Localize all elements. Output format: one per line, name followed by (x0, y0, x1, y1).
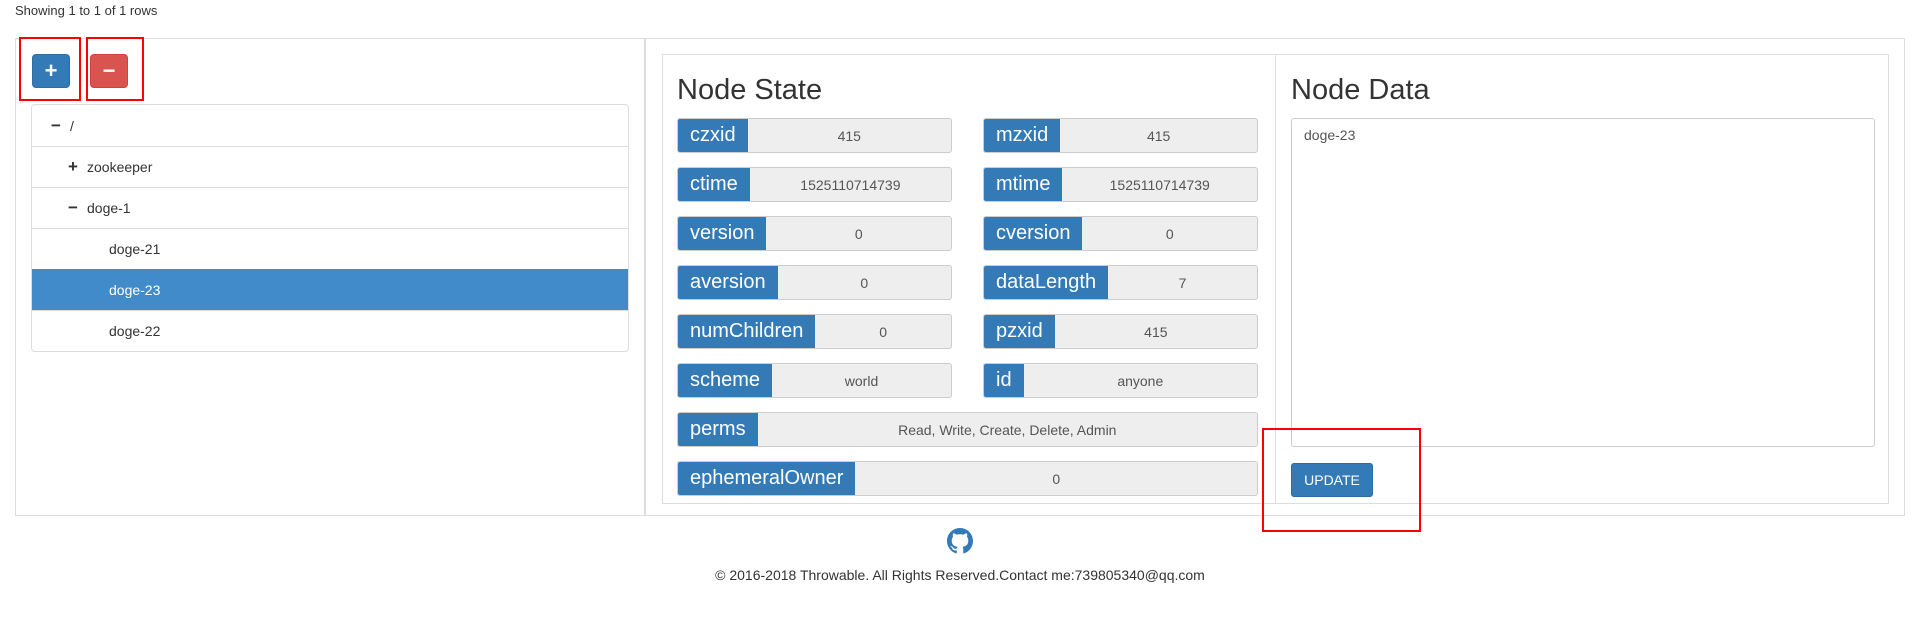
footer-text: © 2016-2018 Throwable. All Rights Reserv… (715, 567, 1205, 583)
field-label: czxid (678, 119, 748, 152)
field-value: 7 (1178, 274, 1187, 291)
field-czxid: czxid 415 (677, 118, 952, 153)
tree-item-doge-21[interactable]: doge-21 (32, 228, 628, 269)
field-label: scheme (678, 364, 773, 397)
tree-item-doge-23[interactable]: doge-23 (32, 269, 628, 310)
field-pzxid: pzxid 415 (983, 314, 1258, 349)
tree-item-label: doge-23 (109, 282, 161, 298)
highlight-box-update (1262, 428, 1421, 532)
field-value: 1525110714739 (800, 176, 901, 193)
field-cversion: cversion 0 (983, 216, 1258, 251)
tree-item-label: doge-21 (109, 241, 161, 257)
field-mtime: mtime 1525110714739 (983, 167, 1258, 202)
field-label: dataLength (984, 266, 1109, 299)
highlight-box-delete (86, 37, 144, 101)
field-value: 0 (1052, 470, 1061, 487)
collapse-icon[interactable]: − (67, 198, 79, 218)
field-label: numChildren (678, 315, 816, 348)
node-data-title: Node Data (1291, 74, 1430, 106)
field-value: 0 (879, 323, 888, 340)
field-label: version (678, 217, 767, 250)
github-icon[interactable] (947, 528, 973, 554)
field-label: ctime (678, 168, 750, 201)
field-value: 415 (1144, 323, 1168, 340)
field-perms: perms Read, Write, Create, Delete, Admin (677, 412, 1258, 447)
field-datalength: dataLength 7 (983, 265, 1258, 300)
tree-item-zookeeper[interactable]: + zookeeper (32, 146, 628, 187)
collapse-icon[interactable]: − (50, 116, 62, 136)
field-label: perms (678, 413, 758, 446)
field-label: mtime (984, 168, 1063, 201)
field-version: version 0 (677, 216, 952, 251)
column-divider (644, 38, 646, 516)
field-value: 0 (860, 274, 869, 291)
field-label: id (984, 364, 1024, 397)
field-mzxid: mzxid 415 (983, 118, 1258, 153)
node-state-title: Node State (677, 74, 823, 106)
field-value: 415 (837, 127, 861, 144)
field-label: cversion (984, 217, 1083, 250)
field-value: Read, Write, Create, Delete, Admin (898, 421, 1117, 438)
field-label: mzxid (984, 119, 1061, 152)
tree-item-label: doge-1 (87, 200, 131, 216)
field-label: pzxid (984, 315, 1055, 348)
table-info: Showing 1 to 1 of 1 rows (15, 3, 158, 18)
highlight-box-add (19, 37, 81, 101)
node-data-textarea[interactable]: doge-23 (1291, 118, 1875, 447)
field-value: 415 (1146, 127, 1171, 144)
tree-item-label: doge-22 (109, 323, 161, 339)
field-value: 0 (1165, 225, 1174, 242)
tree-item-root[interactable]: − / (32, 105, 628, 146)
tree-item-doge-1[interactable]: − doge-1 (32, 187, 628, 228)
field-value: 1525110714739 (1109, 176, 1210, 193)
field-value: anyone (1117, 372, 1164, 389)
field-numchildren: numChildren 0 (677, 314, 952, 349)
tree-item-label: / (70, 117, 74, 134)
field-value: world (844, 372, 879, 389)
field-label: aversion (678, 266, 778, 299)
field-value: 0 (854, 225, 863, 242)
field-scheme: scheme world (677, 363, 952, 398)
expand-icon[interactable]: + (67, 157, 79, 177)
field-ephemeralowner: ephemeralOwner 0 (677, 461, 1258, 496)
field-label: ephemeralOwner (678, 462, 856, 495)
field-id: id anyone (983, 363, 1258, 398)
tree-item-doge-22[interactable]: doge-22 (32, 310, 628, 351)
field-ctime: ctime 1525110714739 (677, 167, 952, 202)
node-tree: − / + zookeeper − doge-1 doge-21 doge-23… (31, 104, 629, 352)
tree-item-label: zookeeper (87, 159, 153, 175)
field-aversion: aversion 0 (677, 265, 952, 300)
